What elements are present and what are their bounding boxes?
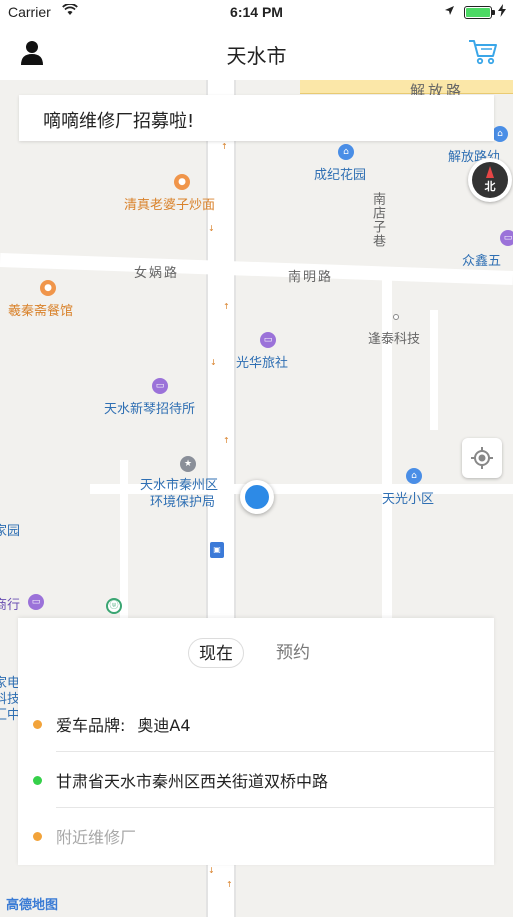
map-label-nvwa-road: 女娲路 <box>134 266 180 281</box>
location-dot <box>33 776 42 785</box>
nav-bar: 天水市 <box>0 26 513 80</box>
map-label-fengtai-tech: 逢泰科技 <box>368 332 421 347</box>
battery-icon <box>464 6 495 19</box>
one-way-arrow: ↑ <box>226 880 233 889</box>
status-dot <box>33 720 42 729</box>
status-dot <box>33 832 42 841</box>
map-label-tianguang: 天光小区 <box>382 492 435 507</box>
one-way-arrow: ↓ <box>208 866 215 875</box>
location-arrow-icon <box>444 4 455 19</box>
compass-icon[interactable]: 北 <box>468 158 512 202</box>
bus-stop-icon: ▣ <box>210 542 224 558</box>
car-brand-row[interactable]: 爱车品牌: 奥迪A4 <box>18 696 494 752</box>
nearby-shop-placeholder: 附近维修厂 <box>56 828 137 847</box>
hospital-icon: ⓤ <box>106 598 122 614</box>
car-brand-value: 奥迪A4 <box>137 716 191 735</box>
residential-icon: ⌂ <box>338 144 354 160</box>
map-label-zhongxin: 众鑫五 <box>462 254 502 269</box>
hotel-icon: ▭ <box>500 230 513 246</box>
jiefang-road <box>300 80 513 94</box>
amap-logo: 高德地图 <box>6 898 59 913</box>
tab-reserve[interactable]: 预约 <box>266 638 320 668</box>
current-location-marker <box>240 480 274 514</box>
road-diag-right <box>430 310 438 430</box>
restaurant-icon: ● <box>174 174 190 190</box>
status-bar: Carrier 6:14 PM <box>0 0 513 26</box>
map-label-xinqin-guesthouse: 天水新琴招待所 <box>104 402 196 417</box>
one-way-arrow: ↑ <box>221 142 228 151</box>
clock: 6:14 PM <box>230 4 283 20</box>
car-brand-text: 爱车品牌: 奥迪A4 <box>56 712 191 736</box>
notice-text: 嘀嘀维修厂招募啦! <box>43 111 195 132</box>
charging-icon <box>498 4 506 20</box>
government-icon: ★ <box>180 456 196 472</box>
one-way-arrow: ↓ <box>208 224 215 233</box>
map-label-guanghua-hotel: 光华旅社 <box>236 356 289 371</box>
cart-icon[interactable] <box>468 38 498 66</box>
tab-now[interactable]: 现在 <box>188 638 244 668</box>
notice-banner[interactable]: 嘀嘀维修厂招募啦! <box>19 95 494 141</box>
road-vertical-left <box>120 460 128 640</box>
restaurant-icon-2: ● <box>40 280 56 296</box>
one-way-arrow: ↑ <box>223 436 230 445</box>
map-label-chengji-garden: 成纪花园 <box>314 168 367 183</box>
map-label-env-bureau-2: 环境保护局 <box>150 495 216 510</box>
car-brand-label: 爱车品牌: <box>56 716 126 735</box>
map-label-nandian-lane: 南店子巷 <box>370 192 385 248</box>
nvwa-road <box>0 253 513 285</box>
residential-icon-2: ⌂ <box>406 468 422 484</box>
address-row[interactable]: 甘肃省天水市秦州区西关街道双桥中路 <box>18 752 494 808</box>
map-label-xiqin-restaurant: 羲秦斋餐馆 <box>8 304 74 319</box>
compass-north-label: 北 <box>484 180 496 193</box>
company-dot-icon <box>393 314 399 320</box>
order-panel: 现在 预约 爱车品牌: 奥迪A4 甘肃省天水市秦州区西关街道双桥中路 附近维修厂 <box>18 618 494 865</box>
hotel-icon-3: ▭ <box>152 378 168 394</box>
map-label-nanming-road: 南明路 <box>288 270 334 285</box>
hotel-icon-2: ▭ <box>260 332 276 348</box>
nearby-shop-row[interactable]: 附近维修厂 <box>18 808 494 864</box>
locate-me-button[interactable] <box>462 438 502 478</box>
one-way-arrow: ↑ <box>223 302 230 311</box>
address-text: 甘肃省天水市秦州区西关街道双桥中路 <box>56 772 329 791</box>
school-icon: ⌂ <box>492 126 508 142</box>
one-way-arrow: ↓ <box>210 358 217 367</box>
page-title: 天水市 <box>226 44 287 68</box>
map-label-garden-left: 家园 <box>0 524 21 539</box>
crosshair-icon <box>471 447 493 469</box>
shop-icon: ▭ <box>28 594 44 610</box>
map-label-hang-left: 商行 <box>0 598 21 613</box>
map-label-left-edge-3: 汇中 <box>0 708 21 723</box>
map-label-qingzhen-restaurant: 清真老婆子炒面 <box>124 198 216 213</box>
